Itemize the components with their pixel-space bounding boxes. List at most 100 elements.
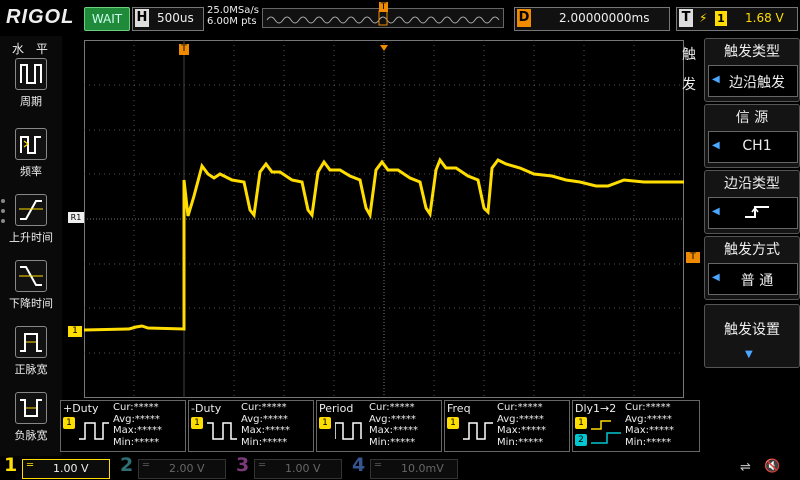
trigger-mode-button[interactable]: 触发方式 ◀ 普 通 [704,236,800,300]
source-badge: 1 [447,417,459,429]
coupling-icon: ═ [259,460,266,471]
measure-name: Period [319,402,354,415]
measure-min: Min:***** [497,436,544,448]
ch3-scale: 1.00 V [285,462,321,475]
ch1-tab[interactable]: 1 ═ 1.00 V [2,454,114,480]
ch2-number: 2 [120,454,134,476]
memory-depth: 6.00M pts [207,16,257,27]
frequency-icon [15,128,47,160]
measure-cur: Cur:***** [497,402,543,413]
delay-value: 2.00000000ms [559,11,650,25]
memory-trigger-marker: T [379,2,388,12]
measure-max: Max:***** [113,425,163,436]
measure-avg: Avg:***** [369,413,416,425]
measure-box-delay[interactable]: Dly1→2 1 2 Cur:***** Avg:***** Max:***** Mi… [572,400,700,452]
trigger-mode-value-box: ◀ 普 通 [708,263,798,295]
mute-icon[interactable]: 🔇 [764,459,780,474]
measure-cur: Cur:***** [113,402,159,413]
trigger-status[interactable]: T ⚡ 1 1.68 V [676,7,798,31]
memory-overview: T [262,2,504,28]
trigger-source-value-box: ◀ CH1 [708,131,798,163]
ref-r1-marker[interactable]: R1 [68,212,84,223]
waveform-display[interactable]: T [83,40,684,398]
horizontal-delay[interactable]: D 2.00000000ms [514,7,670,31]
measure-box-period[interactable]: Period 1 Cur:***** Avg:***** Max:***** Min:… [316,400,442,452]
sample-rate: 25.0MSa/s [207,5,259,16]
measure-sidebar: 水 平 周期 频率 上升时间 下降时间 正脉宽 负脉宽 [0,36,62,456]
ch4-tab[interactable]: 4 ═ 10.0mV [350,454,462,480]
measure-box-freq[interactable]: Freq 1 Cur:***** Avg:***** Max:***** Min:**… [444,400,570,452]
edge-type-value-box: ◀ [708,197,798,229]
measure-negative-width-button[interactable]: 负脉宽 [9,392,53,443]
horizontal-timebase[interactable]: H 500us [132,7,204,31]
measure-positive-width-button[interactable]: 正脉宽 [9,326,53,377]
ch1-scale: 1.00 V [53,462,89,475]
trigger-source-button[interactable]: 信 源 ◀ CH1 [704,104,800,168]
chevron-down-icon: ▼ [745,349,753,360]
t-key: T [679,9,693,27]
h-key: H [135,9,149,27]
run-status-badge[interactable]: WAIT [84,7,130,31]
measure-box-neg-duty[interactable]: -Duty 1 Cur:***** Avg:***** Max:***** Min:*… [188,400,314,452]
measure-max: Max:***** [625,425,675,436]
source-badge-2: 2 [575,434,587,446]
coupling-icon: ═ [143,460,150,471]
menu-side-label-1: 触 [682,47,696,63]
measure-frequency-label: 频率 [20,165,42,178]
ch3-tab[interactable]: 3 ═ 1.00 V [234,454,346,480]
negative-width-icon [15,392,47,424]
ch2-tab[interactable]: 2 ═ 2.00 V [118,454,230,480]
measure-box-pos-duty[interactable]: +Duty 1 Cur:***** Avg:***** Max:***** Min:*… [60,400,186,452]
brand-logo: RIGOL [6,6,75,28]
d-key: D [517,9,531,27]
measure-max: Max:***** [369,425,419,436]
trigger-position-marker[interactable]: T [179,44,189,55]
trigger-source-title: 信 源 [735,110,769,126]
measure-max: Max:***** [241,425,291,436]
source-badge: 1 [319,417,331,429]
rising-edge-icon [721,204,793,224]
fall-time-icon [15,260,47,292]
menu-arrow-icon: ◀ [712,74,720,85]
measure-avg: Avg:***** [241,413,288,425]
duty-pulse-icon [79,422,109,440]
measure-period-button[interactable]: 周期 [9,58,53,109]
trigger-level-marker[interactable]: T [686,252,700,263]
measure-cur: Cur:***** [241,402,287,413]
sidebar-scroll-dots[interactable] [0,196,6,226]
measure-fall-time-button[interactable]: 下降时间 [9,260,53,311]
frequency-icon [463,422,493,440]
menu-arrow-icon: ◀ [712,272,720,283]
sample-info: 25.0MSa/s 6.00M pts [207,5,259,27]
measure-min: Min:***** [369,436,416,448]
ch4-number: 4 [352,454,366,476]
measure-cur: Cur:***** [625,402,671,413]
menu-arrow-icon: ◀ [712,140,720,151]
measure-name: Freq [447,402,471,415]
ch1-offset-marker[interactable]: 1 [68,326,82,337]
measure-min: Min:***** [625,436,672,448]
trigger-setup-button[interactable]: 触发设置 ▼ [704,304,800,368]
ch4-scale: 10.0mV [401,462,444,475]
measure-rise-time-button[interactable]: 上升时间 [9,194,53,245]
measure-min: Min:***** [113,436,160,448]
measure-frequency-button[interactable]: 频率 [9,128,53,179]
measure-avg: Avg:***** [113,413,160,425]
coupling-icon: ═ [27,460,34,471]
trigger-mode-value: 普 通 [740,273,774,289]
period-icon [15,58,47,90]
measure-cur: Cur:***** [369,402,415,413]
period-icon [335,422,362,440]
measure-fall-time-label: 下降时间 [9,297,53,310]
positive-width-icon [15,326,47,358]
graticule [83,40,684,398]
measure-avg: Avg:***** [497,413,544,425]
ch1-number: 1 [4,454,18,476]
rising-edge-icon: ⚡ [699,11,708,25]
timebase-value: 500us [157,11,194,25]
trigger-type-value-box: ◀ 边沿触发 [708,65,798,97]
ch3-number: 3 [236,454,250,476]
edge-type-button[interactable]: 边沿类型 ◀ [704,170,800,234]
measure-name: -Duty [191,402,222,415]
trigger-type-button[interactable]: 触发类型 ◀ 边沿触发 [704,38,800,102]
